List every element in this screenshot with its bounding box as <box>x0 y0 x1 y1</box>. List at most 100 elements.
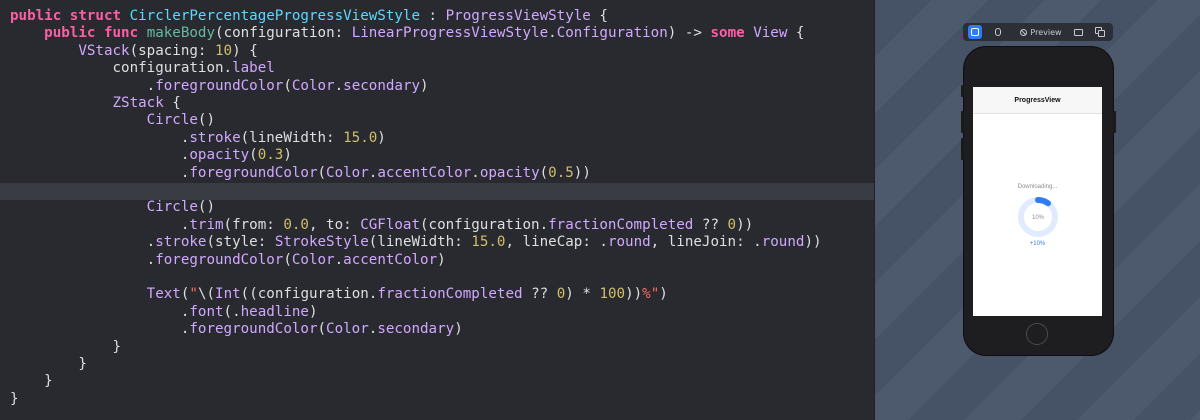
code-token: ?? <box>693 216 728 233</box>
code-token: makeBody <box>146 25 216 42</box>
code-line: .foregroundColor(Color.secondary) <box>10 321 463 338</box>
code-token: () <box>197 199 216 216</box>
code-token: ) { <box>232 42 258 59</box>
code-token: font <box>189 303 224 320</box>
code-token: round <box>761 234 805 251</box>
code-token: ((configuration. <box>240 286 378 303</box>
code-line: } <box>10 373 53 390</box>
code-token: CGFloat <box>360 216 421 233</box>
code-token: ?? <box>522 286 557 303</box>
code-line: Circle() <box>10 112 215 129</box>
code-token: (configuration. <box>420 216 549 233</box>
code-line: .foregroundColor(Color.accentColor.opaci… <box>10 165 591 182</box>
code-token: (. <box>223 303 241 320</box>
code-token: Circle <box>146 199 198 216</box>
code-token: LinearProgressViewStyle <box>351 25 549 42</box>
code-token: 0 <box>727 216 737 233</box>
code-token: { <box>590 8 608 24</box>
code-line: } <box>10 339 121 356</box>
code-token: { <box>163 95 181 111</box>
code-token: ) * <box>565 286 600 303</box>
preview-toolbar: Preview <box>963 23 1113 41</box>
code-token: ) <box>420 77 429 94</box>
home-button <box>1026 323 1048 345</box>
code-token: ) <box>377 129 386 146</box>
code-token: (spacing: <box>129 42 216 59</box>
code-token: . <box>10 303 190 320</box>
code-line: public struct CirclerPercentageProgressV… <box>10 8 608 25</box>
code-token: . <box>10 234 156 251</box>
code-token: accentColor <box>377 164 472 181</box>
code-token: Int <box>215 286 241 303</box>
code-token: 10 <box>215 42 233 59</box>
code-token: ) <box>283 147 292 164</box>
code-token: . <box>471 164 480 181</box>
progress-percent-text: 10% <box>1032 215 1045 221</box>
code-token: accentColor <box>343 251 438 268</box>
code-token: { <box>787 25 805 42</box>
code-token: secondary <box>343 77 421 94</box>
code-token: . <box>10 164 190 181</box>
duplicate-preview-button[interactable] <box>1093 25 1107 39</box>
code-token: 0.0 <box>283 216 309 233</box>
code-line: } <box>10 356 87 373</box>
code-line: Text("\(Int((configuration.fractionCompl… <box>10 286 668 303</box>
code-line: .font(.headline) <box>10 304 318 321</box>
code-token: Color <box>326 164 369 181</box>
mute-switch <box>961 85 964 97</box>
circular-progress-view: 10% <box>1018 197 1058 237</box>
code-token: struct <box>69 8 122 24</box>
current-line-highlight <box>0 183 874 200</box>
code-token: CirclerPercentageProgressViewStyle <box>129 8 421 24</box>
code-line: .stroke(style: StrokeStyle(lineWidth: 15… <box>10 234 822 251</box>
live-preview-button[interactable] <box>991 25 1005 39</box>
code-token: func <box>103 25 139 42</box>
pin-preview-button[interactable] <box>968 25 982 39</box>
code-token: ( <box>249 147 258 164</box>
code-token: )) <box>804 234 822 251</box>
code-token: configuration. <box>10 60 233 77</box>
code-token: . <box>10 147 190 164</box>
preview-canvas: Preview ProgressView Downloading... 10% … <box>874 0 1200 420</box>
code-token: . <box>548 25 557 42</box>
code-token: Configuration <box>556 25 668 42</box>
power-button <box>1113 111 1116 133</box>
code-token: (style: <box>206 234 275 251</box>
increment-progress-button[interactable]: +10% <box>973 241 1102 247</box>
code-token: . <box>10 251 156 268</box>
device-settings-button[interactable] <box>1071 25 1085 39</box>
code-token: headline <box>240 303 309 320</box>
code-token: %" <box>642 286 660 303</box>
code-token: . <box>10 129 190 146</box>
code-token: VStack <box>78 42 130 59</box>
code-token: round <box>607 234 651 251</box>
code-token: Circle <box>146 112 198 129</box>
code-token: , lineCap: . <box>505 234 608 251</box>
code-line: public func makeBody(configuration: Line… <box>10 25 804 42</box>
code-token: ( <box>283 251 292 268</box>
nav-title: ProgressView <box>1014 96 1061 104</box>
code-editor[interactable]: public struct CirclerPercentageProgressV… <box>0 0 874 420</box>
navigation-bar: ProgressView <box>973 87 1102 114</box>
code-token: (configuration: <box>215 25 352 42</box>
code-token: " <box>189 286 198 303</box>
code-line: .opacity(0.3) <box>10 147 292 164</box>
code-token: ) <box>454 321 463 338</box>
code-token: 0.3 <box>257 147 284 164</box>
code-line: Circle() <box>10 199 215 216</box>
preview-button[interactable]: Preview <box>1015 25 1067 39</box>
code-token: . <box>10 216 190 233</box>
code-token: foregroundColor <box>155 77 284 94</box>
code-token: : <box>420 8 446 24</box>
code-token: foregroundColor <box>155 251 284 268</box>
code-token: foregroundColor <box>189 321 318 338</box>
code-token: ) <box>659 286 668 303</box>
code-line: configuration.label <box>10 60 274 77</box>
code-token: StrokeStyle <box>274 234 369 251</box>
